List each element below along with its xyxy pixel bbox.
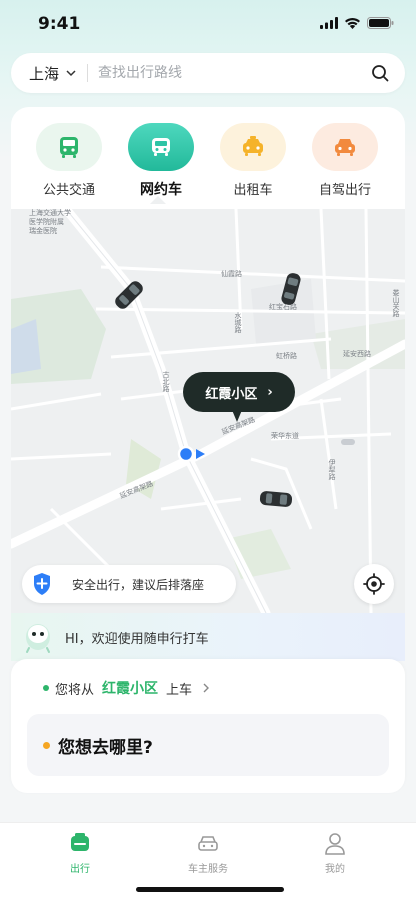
tab-label: 我的 bbox=[325, 864, 345, 875]
map-label-road: 伊犁路 bbox=[328, 459, 336, 480]
pickup-prefix: 您将从 bbox=[55, 682, 95, 698]
category-public-transit[interactable]: 公共交通 bbox=[34, 123, 104, 198]
signal-icon bbox=[320, 17, 338, 29]
category-taxi[interactable]: 出租车 bbox=[218, 123, 288, 198]
search-bar: 上海 bbox=[11, 53, 405, 93]
destination-input[interactable]: 您想去哪里? bbox=[27, 714, 389, 776]
chevron-right-icon: › bbox=[267, 384, 273, 400]
map-label-road: 荣华东道 bbox=[271, 432, 299, 440]
pickup-dot bbox=[43, 685, 49, 691]
category-label: 公共交通 bbox=[42, 183, 95, 198]
pickup-location: 红霞小区 bbox=[102, 681, 159, 697]
car-icon bbox=[152, 138, 170, 156]
ride-hailing-circle bbox=[128, 123, 194, 171]
map-label-road: 古北路 bbox=[162, 371, 170, 392]
category-label: 自驾出行 bbox=[318, 183, 371, 198]
profile-icon bbox=[325, 833, 345, 855]
shield-icon bbox=[34, 573, 50, 595]
popup-location-name: 红霞小区 bbox=[205, 386, 258, 402]
car-marker-icon bbox=[281, 273, 301, 305]
welcome-text: HI，欢迎使用随申行打车 bbox=[65, 631, 209, 647]
destination-dot bbox=[43, 741, 50, 749]
city-selector[interactable]: 上海 bbox=[29, 63, 59, 84]
category-card: 公共交通 网约车 出租车 自驾出行 bbox=[11, 107, 405, 209]
taxi-icon bbox=[243, 136, 263, 156]
destination-prompt: 您想去哪里? bbox=[58, 737, 153, 758]
map-label-road: 娄山关路 bbox=[392, 289, 400, 317]
popup-tail bbox=[232, 410, 242, 422]
current-location-icon bbox=[177, 445, 205, 463]
category-label: 出租车 bbox=[233, 183, 273, 198]
tab-label: 车主服务 bbox=[188, 864, 228, 875]
category-pointer bbox=[150, 196, 166, 204]
safety-tip-text: 安全出行，建议后排落座 bbox=[72, 577, 205, 592]
car-marker-icon bbox=[115, 281, 143, 309]
search-icon[interactable] bbox=[371, 64, 389, 82]
map-label-road: 仙霞路 bbox=[221, 270, 242, 278]
status-icons bbox=[320, 17, 394, 29]
wifi-icon bbox=[345, 18, 360, 29]
tab-profile[interactable]: 我的 bbox=[295, 831, 375, 875]
map-label-poi: 上海交通大学 医学院附属 瑞金医院 bbox=[29, 209, 71, 235]
map-label-road: 虹桥路 bbox=[276, 352, 297, 360]
pickup-row[interactable]: 您将从 红霞小区 上车 bbox=[43, 678, 210, 698]
booking-card: 您将从 红霞小区 上车 您想去哪里? bbox=[11, 659, 405, 793]
tab-travel[interactable]: 出行 bbox=[40, 831, 120, 875]
search-input[interactable] bbox=[98, 65, 349, 81]
home-indicator bbox=[136, 887, 284, 892]
self-drive-icon bbox=[335, 139, 355, 156]
safety-tip[interactable]: 安全出行，建议后排落座 bbox=[22, 565, 236, 603]
welcome-banner: HI，欢迎使用随申行打车 bbox=[11, 613, 405, 661]
pickup-location-popup[interactable]: 红霞小区 › bbox=[183, 372, 295, 412]
category-self-drive[interactable]: 自驾出行 bbox=[310, 123, 380, 198]
pickup-suffix: 上车 bbox=[166, 682, 193, 698]
chevron-right-icon bbox=[203, 683, 210, 693]
category-ride-hailing[interactable]: 网约车 bbox=[126, 123, 196, 199]
taxi-circle bbox=[220, 123, 286, 171]
car-marker-icon bbox=[259, 491, 293, 507]
locate-icon bbox=[363, 573, 385, 595]
travel-icon bbox=[71, 833, 89, 851]
chevron-down-icon[interactable] bbox=[65, 67, 77, 79]
status-bar: 9:41 bbox=[0, 0, 416, 50]
map-label-road: 延安西路 bbox=[343, 350, 371, 358]
search-divider bbox=[87, 64, 89, 82]
tab-car-owner-service[interactable]: 车主服务 bbox=[168, 831, 248, 875]
battery-icon bbox=[367, 17, 394, 29]
car-owner-icon bbox=[198, 836, 218, 851]
bus-icon bbox=[60, 137, 78, 158]
tab-label: 出行 bbox=[70, 864, 90, 875]
locate-me-button[interactable] bbox=[354, 564, 394, 604]
mascot-icon bbox=[26, 624, 50, 653]
map-label-road: 水城路 bbox=[234, 312, 242, 333]
self-drive-circle bbox=[312, 123, 378, 171]
status-time: 9:41 bbox=[38, 14, 81, 34]
public-transit-circle bbox=[36, 123, 102, 171]
